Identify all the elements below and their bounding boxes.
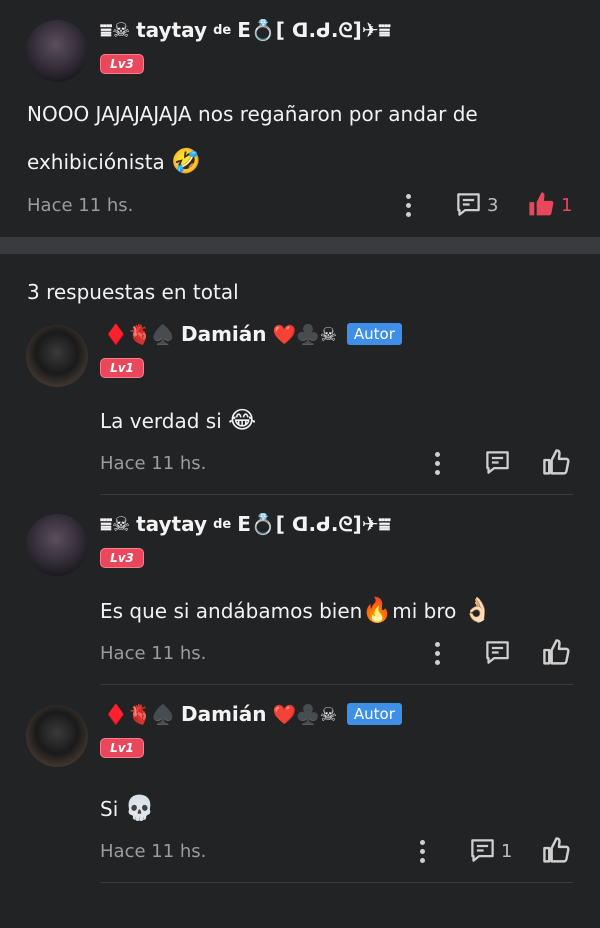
thumbs-up-icon[interactable]	[527, 190, 556, 219]
reply-text: La verdad si 😂	[100, 406, 256, 434]
name-suffix: ❤️♣️☠︎	[272, 323, 337, 346]
comment-icon[interactable]	[469, 837, 496, 864]
laughing-emoji: 🤣	[171, 147, 202, 175]
thumbs-up-icon[interactable]	[542, 836, 571, 865]
reply-text-content: La verdad si	[100, 409, 222, 433]
thumbs-up-icon[interactable]	[542, 448, 571, 477]
level-badge: Lv1	[100, 358, 144, 378]
name-de: de	[213, 516, 232, 532]
name-suffix: ❤️♣️☠︎	[272, 703, 337, 726]
name-prefix: ⩸☠︎	[100, 512, 131, 536]
comment-icon[interactable]	[484, 639, 511, 666]
more-options-icon[interactable]	[434, 642, 440, 665]
name-suffix: E💍[ ᗡ.ᑯ.ᘓ]✈︎⩸	[237, 18, 391, 42]
like-count: 1	[561, 195, 573, 216]
comment-count: 3	[487, 195, 499, 216]
comment-count: 1	[501, 841, 513, 862]
comment-time: Hace 11 hs.	[27, 195, 134, 216]
fire-emoji: 🔥	[362, 596, 393, 624]
comment-author-name[interactable]: ⩸☠︎ taytay de E💍[ ᗡ.ᑯ.ᘓ]✈︎⩸	[100, 18, 391, 42]
reply-text-content: Es que si andábamos bien	[100, 599, 363, 623]
comment-text: exhibiciónista	[27, 150, 165, 174]
comment-text-line2: exhibiciónista 🤣	[27, 147, 201, 175]
reply-time: Hace 11 hs.	[100, 841, 207, 862]
avatar[interactable]	[26, 705, 88, 767]
name-prefix: ♦️🫀♠️	[104, 323, 175, 346]
comment-text-line1: NOOO JAJAJAJAJA nos regañaron por andar …	[27, 102, 478, 126]
skull-emoji: 💀	[124, 794, 155, 822]
level-badge: Lv3	[100, 54, 144, 74]
comment-icon[interactable]	[484, 449, 511, 476]
author-badge: Autor	[346, 323, 402, 345]
reply-divider	[100, 882, 573, 883]
comment-icon[interactable]	[455, 191, 482, 218]
level-badge: Lv3	[100, 548, 144, 568]
name-prefix: ♦️🫀♠️	[104, 703, 175, 726]
reply-divider	[100, 684, 573, 685]
reply-time: Hace 11 hs.	[100, 453, 207, 474]
section-divider	[0, 237, 600, 254]
reply-text-content-2: mi bro	[392, 599, 457, 623]
tears-of-joy-emoji: 😂	[228, 406, 257, 434]
avatar[interactable]	[26, 325, 88, 387]
ok-hand-emoji: 👌🏻	[462, 596, 493, 624]
reply-text-content: Si	[100, 797, 119, 821]
reply-time: Hace 11 hs.	[100, 643, 207, 664]
name-prefix: ⩸☠︎	[100, 18, 131, 42]
more-options-icon[interactable]	[434, 452, 440, 475]
name-suffix: E💍[ ᗡ.ᑯ.ᘓ]✈︎⩸	[237, 512, 391, 536]
avatar[interactable]	[26, 514, 88, 576]
more-options-icon[interactable]	[419, 840, 425, 863]
author-badge: Autor	[346, 703, 402, 725]
thumbs-up-icon[interactable]	[542, 638, 571, 667]
reply-text: Es que si andábamos bien🔥mi bro 👌🏻	[100, 596, 493, 624]
user-name: Damián	[180, 702, 267, 726]
reply-divider	[100, 494, 573, 495]
reply-author-name[interactable]: ♦️🫀♠️ Damián ❤️♣️☠︎ Autor	[104, 702, 402, 726]
avatar[interactable]	[26, 20, 88, 82]
reply-author-name[interactable]: ♦️🫀♠️ Damián ❤️♣️☠︎ Autor	[104, 322, 402, 346]
reply-text: Si 💀	[100, 794, 155, 822]
level-badge: Lv1	[100, 738, 144, 758]
name-de: de	[213, 22, 232, 38]
reply-author-name[interactable]: ⩸☠︎ taytay de E💍[ ᗡ.ᑯ.ᘓ]✈︎⩸	[100, 512, 391, 536]
more-options-icon[interactable]	[405, 194, 411, 217]
user-name: Damián	[180, 322, 267, 346]
replies-header: 3 respuestas en total	[27, 280, 239, 304]
user-name: taytay	[136, 18, 208, 42]
user-name: taytay	[136, 512, 208, 536]
